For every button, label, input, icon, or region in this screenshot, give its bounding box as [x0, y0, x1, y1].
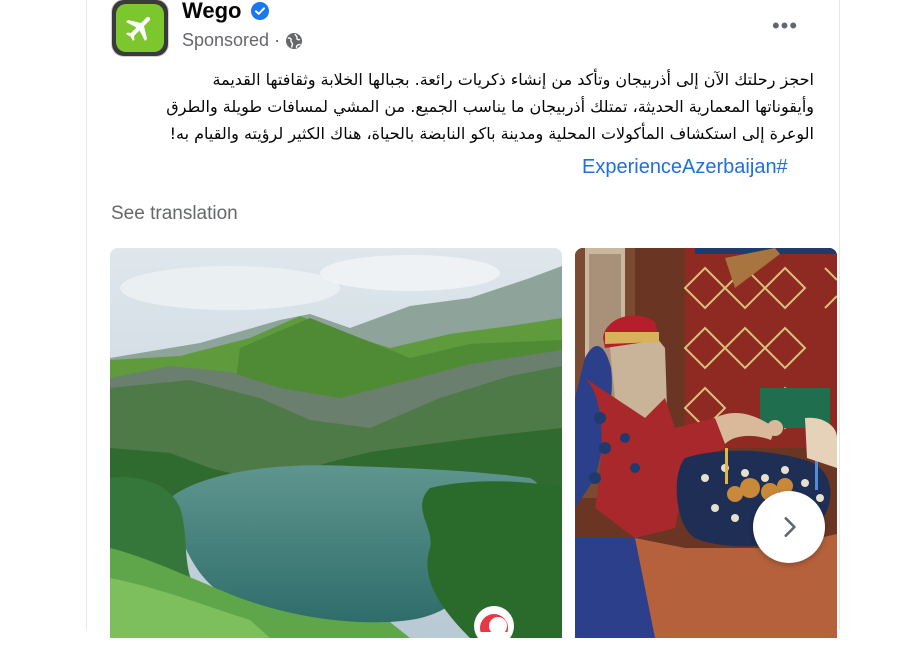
post-body-line: احجز رحلتك الآن إلى أذربيجان وتأكد من إن…: [212, 70, 814, 89]
page-avatar[interactable]: [112, 0, 168, 56]
carousel-photo-culture[interactable]: [575, 248, 837, 638]
post-body-text: احجز رحلتك الآن إلى أذربيجان وتأكد من إن…: [100, 66, 814, 147]
post-body-line: وأيقوناتها المعمارية الحديثة، تمتلك أذرب…: [166, 97, 814, 116]
airplane-icon: [116, 4, 164, 52]
globe-icon[interactable]: [285, 32, 303, 50]
separator-dot: ·: [274, 30, 281, 50]
post-options-button[interactable]: •••: [765, 12, 805, 40]
sponsored-label[interactable]: Sponsored: [182, 30, 269, 51]
verified-badge-icon: [251, 2, 269, 20]
traditional-costume-image: [575, 248, 837, 638]
sponsored-row: Sponsored ·: [182, 30, 303, 51]
lake-landscape-image: [110, 248, 562, 638]
see-translation-link[interactable]: See translation: [111, 203, 238, 225]
page-name-link[interactable]: Wego: [182, 0, 241, 24]
carousel-photo-lake[interactable]: [110, 248, 562, 638]
post-body-line: الوعرة إلى استكشاف المأكولات المحلية ومد…: [169, 124, 814, 143]
chevron-right-icon: [784, 517, 796, 537]
carousel-next-button[interactable]: [753, 491, 825, 563]
media-badge-icon: [474, 606, 514, 646]
hashtag-link[interactable]: ExperienceAzerbaijan#: [582, 156, 788, 179]
